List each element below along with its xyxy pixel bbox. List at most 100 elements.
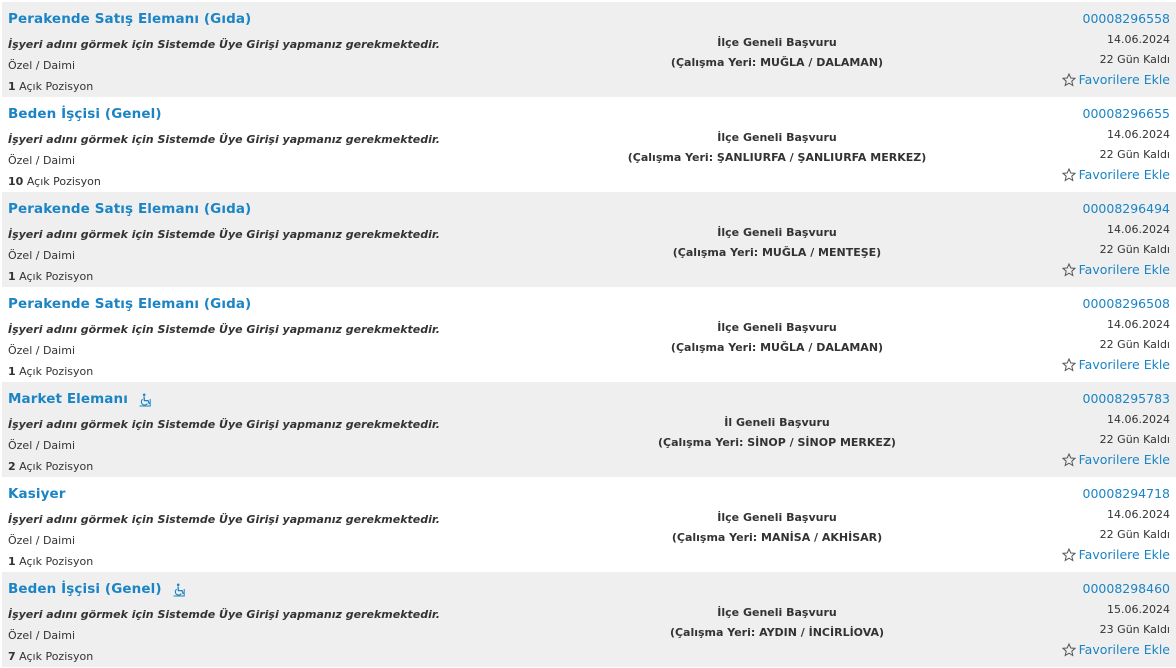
job-location: İlçe Geneli Başvuru (Çalışma Yeri: MUĞLA… xyxy=(572,223,982,263)
work-location: (Çalışma Yeri: AYDIN / İNCİRLİOVA) xyxy=(669,626,885,639)
open-positions-count: 7 xyxy=(8,650,16,663)
job-title-line: Market Elemanı xyxy=(8,390,568,408)
application-scope: İlçe Geneli Başvuru xyxy=(717,511,837,524)
wheelchair-icon xyxy=(139,392,153,407)
work-location: (Çalışma Yeri: MANİSA / AKHİSAR) xyxy=(671,531,883,544)
job-title-line: Perakende Satış Elemanı (Gıda) xyxy=(8,10,568,28)
add-favorite-label: Favorilere Ekle xyxy=(1078,452,1170,467)
job-row: Beden İşçisi (Genel) İşyeri adını görmek… xyxy=(2,97,1176,192)
open-positions-label: Açık Pozisyon xyxy=(19,80,94,93)
job-title-link[interactable]: Beden İşçisi (Genel) xyxy=(8,106,162,122)
job-info: Perakende Satış Elemanı (Gıda) İşyeri ad… xyxy=(8,10,568,93)
open-positions: 1 Açık Pozisyon xyxy=(8,270,568,283)
job-title-line: Beden İşçisi (Genel) xyxy=(8,580,568,598)
add-favorite-button[interactable]: Favorilere Ekle xyxy=(1061,260,1170,280)
job-number-link[interactable]: 00008296655 xyxy=(970,105,1170,123)
job-title-link[interactable]: Kasiyer xyxy=(8,486,66,502)
job-title-link[interactable]: Market Elemanı xyxy=(8,391,128,407)
employer-login-notice: İşyeri adını görmek için Sistemde Üye Gi… xyxy=(8,418,440,431)
open-positions: 7 Açık Pozisyon xyxy=(8,650,568,663)
add-favorite-label: Favorilere Ekle xyxy=(1078,357,1170,372)
work-location: (Çalışma Yeri: MUĞLA / MENTEŞE) xyxy=(672,246,882,259)
add-favorite-label: Favorilere Ekle xyxy=(1078,167,1170,182)
work-location: (Çalışma Yeri: MUĞLA / DALAMAN) xyxy=(670,341,884,354)
job-row: Perakende Satış Elemanı (Gıda) İşyeri ad… xyxy=(2,287,1176,382)
job-title-link[interactable]: Perakende Satış Elemanı (Gıda) xyxy=(8,201,251,217)
open-positions-count: 10 xyxy=(8,175,24,188)
job-info: Perakende Satış Elemanı (Gıda) İşyeri ad… xyxy=(8,200,568,283)
job-date: 15.06.2024 xyxy=(1107,603,1170,616)
job-location: İlçe Geneli Başvuru (Çalışma Yeri: MUĞLA… xyxy=(572,318,982,358)
job-info: Market Elemanı İşyeri adını görmek için … xyxy=(8,390,568,473)
job-meta: 00008296558 14.06.2024 22 Gün Kaldı Favo… xyxy=(970,10,1170,91)
employer-login-notice: İşyeri adını görmek için Sistemde Üye Gi… xyxy=(8,133,440,146)
job-title-line: Perakende Satış Elemanı (Gıda) xyxy=(8,295,568,313)
open-positions: 1 Açık Pozisyon xyxy=(8,80,568,93)
add-favorite-button[interactable]: Favorilere Ekle xyxy=(1061,165,1170,185)
add-favorite-label: Favorilere Ekle xyxy=(1078,642,1170,657)
open-positions-label: Açık Pozisyon xyxy=(26,175,101,188)
job-title-link[interactable]: Beden İşçisi (Genel) xyxy=(8,581,162,597)
job-date: 14.06.2024 xyxy=(1107,33,1170,46)
job-date: 14.06.2024 xyxy=(1107,128,1170,141)
job-meta: 00008294718 14.06.2024 22 Gün Kaldı Favo… xyxy=(970,485,1170,566)
job-list: Perakende Satış Elemanı (Gıda) İşyeri ad… xyxy=(2,2,1176,667)
job-location: İlçe Geneli Başvuru (Çalışma Yeri: MUĞLA… xyxy=(572,33,982,73)
open-positions-count: 1 xyxy=(8,80,16,93)
add-favorite-label: Favorilere Ekle xyxy=(1078,262,1170,277)
application-scope: İlçe Geneli Başvuru xyxy=(717,226,837,239)
add-favorite-button[interactable]: Favorilere Ekle xyxy=(1061,545,1170,565)
add-favorite-button[interactable]: Favorilere Ekle xyxy=(1061,355,1170,375)
open-positions-label: Açık Pozisyon xyxy=(19,365,94,378)
application-scope: İlçe Geneli Başvuru xyxy=(717,606,837,619)
star-outline-icon xyxy=(1061,642,1076,657)
add-favorite-button[interactable]: Favorilere Ekle xyxy=(1061,70,1170,90)
open-positions-label: Açık Pozisyon xyxy=(19,460,94,473)
star-outline-icon xyxy=(1061,452,1076,467)
open-positions-label: Açık Pozisyon xyxy=(19,650,94,663)
job-number-link[interactable]: 00008296558 xyxy=(970,10,1170,28)
work-location: (Çalışma Yeri: SİNOP / SİNOP MERKEZ) xyxy=(658,436,896,449)
job-number-link[interactable]: 00008298460 xyxy=(970,580,1170,598)
job-row: Market Elemanı İşyeri adını görmek için … xyxy=(2,382,1176,477)
job-info: Beden İşçisi (Genel) İşyeri adını görmek… xyxy=(8,580,568,663)
job-type: Özel / Daimi xyxy=(8,249,75,262)
job-number-link[interactable]: 00008296508 xyxy=(970,295,1170,313)
add-favorite-button[interactable]: Favorilere Ekle xyxy=(1061,450,1170,470)
job-info: Kasiyer İşyeri adını görmek için Sistemd… xyxy=(8,485,568,568)
job-title-line: Beden İşçisi (Genel) xyxy=(8,105,568,123)
days-remaining: 22 Gün Kaldı xyxy=(1099,433,1170,446)
star-outline-icon xyxy=(1061,72,1076,87)
work-location: (Çalışma Yeri: MUĞLA / DALAMAN) xyxy=(670,56,884,69)
work-location: (Çalışma Yeri: ŞANLIURFA / ŞANLIURFA MER… xyxy=(627,151,927,164)
job-location: İlçe Geneli Başvuru (Çalışma Yeri: MANİS… xyxy=(572,508,982,548)
application-scope: İlçe Geneli Başvuru xyxy=(717,321,837,334)
job-number-link[interactable]: 00008295783 xyxy=(970,390,1170,408)
wheelchair-icon xyxy=(173,582,187,597)
open-positions-count: 1 xyxy=(8,365,16,378)
job-type: Özel / Daimi xyxy=(8,439,75,452)
job-meta: 00008296508 14.06.2024 22 Gün Kaldı Favo… xyxy=(970,295,1170,376)
job-type: Özel / Daimi xyxy=(8,629,75,642)
open-positions-count: 1 xyxy=(8,270,16,283)
job-number-link[interactable]: 00008294718 xyxy=(970,485,1170,503)
job-row: Kasiyer İşyeri adını görmek için Sistemd… xyxy=(2,477,1176,572)
open-positions-count: 1 xyxy=(8,555,16,568)
star-outline-icon xyxy=(1061,357,1076,372)
days-remaining: 22 Gün Kaldı xyxy=(1099,53,1170,66)
add-favorite-label: Favorilere Ekle xyxy=(1078,547,1170,562)
job-title-link[interactable]: Perakende Satış Elemanı (Gıda) xyxy=(8,296,251,312)
job-number-link[interactable]: 00008296494 xyxy=(970,200,1170,218)
add-favorite-button[interactable]: Favorilere Ekle xyxy=(1061,640,1170,660)
job-type: Özel / Daimi xyxy=(8,59,75,72)
application-scope: İlçe Geneli Başvuru xyxy=(717,131,837,144)
job-info: Perakende Satış Elemanı (Gıda) İşyeri ad… xyxy=(8,295,568,378)
job-location: İlçe Geneli Başvuru (Çalışma Yeri: AYDIN… xyxy=(572,603,982,643)
job-meta: 00008298460 15.06.2024 23 Gün Kaldı Favo… xyxy=(970,580,1170,661)
job-row: Perakende Satış Elemanı (Gıda) İşyeri ad… xyxy=(2,192,1176,287)
open-positions: 1 Açık Pozisyon xyxy=(8,365,568,378)
job-title-link[interactable]: Perakende Satış Elemanı (Gıda) xyxy=(8,11,251,27)
star-outline-icon xyxy=(1061,167,1076,182)
employer-login-notice: İşyeri adını görmek için Sistemde Üye Gi… xyxy=(8,38,440,51)
open-positions-label: Açık Pozisyon xyxy=(19,270,94,283)
